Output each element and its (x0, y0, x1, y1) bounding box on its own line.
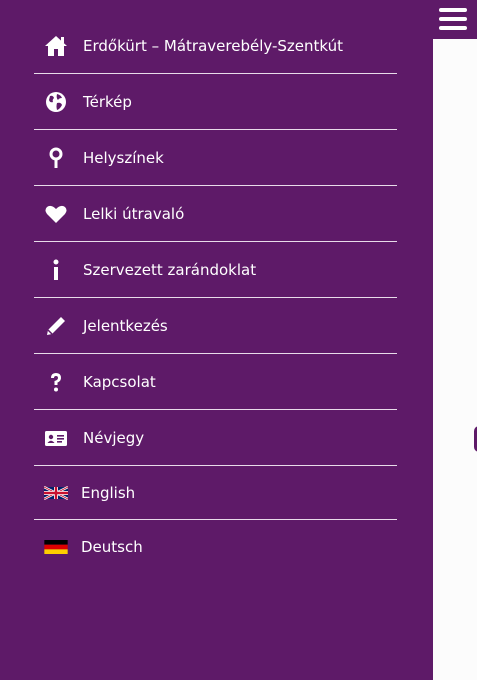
pencil-icon (44, 314, 68, 338)
id-card-icon (44, 426, 68, 450)
location-pin-icon (44, 146, 68, 170)
menu-item-home[interactable]: Erdőkürt – Mátraverebély-Szentkút (34, 18, 397, 74)
menu-item-register[interactable]: Jelentkezés (34, 298, 397, 354)
menu-item-contact[interactable]: Kapcsolat (34, 354, 397, 410)
page-content-peek (433, 39, 477, 680)
uk-flag-icon (44, 481, 68, 505)
home-icon (44, 34, 68, 58)
question-icon (44, 370, 68, 394)
menu-item-label: English (81, 483, 136, 502)
menu-item-label: Térkép (83, 92, 132, 111)
hamburger-menu-icon[interactable] (439, 8, 467, 30)
heart-icon (44, 202, 68, 226)
menu-item-locations[interactable]: Helyszínek (34, 130, 397, 186)
navigation-drawer: Erdőkürt – Mátraverebély-Szentkút Térkép… (0, 0, 433, 680)
menu-item-about[interactable]: Névjegy (34, 410, 397, 466)
menu-item-label: Szervezett zarándoklat (83, 260, 257, 279)
globe-icon (44, 90, 68, 114)
menu-item-label: Helyszínek (83, 148, 164, 167)
menu-item-label: Névjegy (83, 428, 145, 447)
menu-list: Erdőkürt – Mátraverebély-Szentkút Térkép… (34, 18, 397, 574)
menu-item-deutsch[interactable]: Deutsch (34, 520, 397, 574)
menu-item-spiritual[interactable]: Lelki útravaló (34, 186, 397, 242)
menu-item-label: Kapcsolat (83, 372, 156, 391)
german-flag-icon (44, 535, 68, 559)
menu-item-english[interactable]: English (34, 466, 397, 520)
menu-item-label: Jelentkezés (83, 316, 168, 335)
menu-item-label: Lelki útravaló (83, 204, 185, 223)
menu-item-map[interactable]: Térkép (34, 74, 397, 130)
info-icon (44, 258, 68, 282)
menu-item-pilgrimage[interactable]: Szervezett zarándoklat (34, 242, 397, 298)
menu-item-label: Erdőkürt – Mátraverebély-Szentkút (83, 36, 344, 55)
menu-item-label: Deutsch (81, 538, 143, 556)
